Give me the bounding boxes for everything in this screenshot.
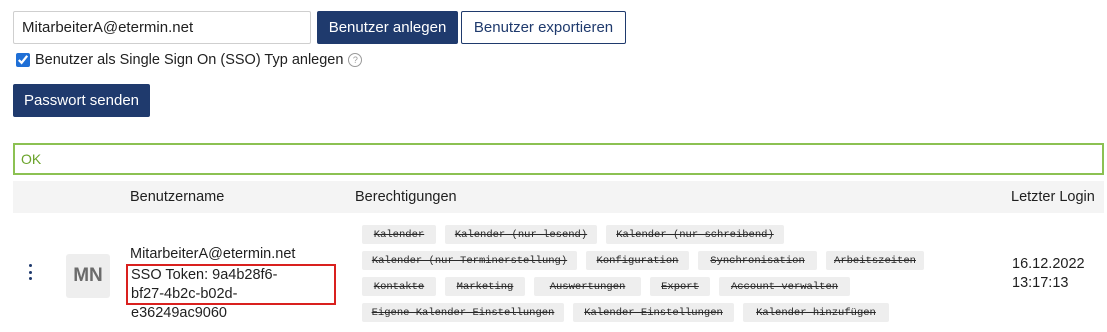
permission-tag[interactable]: Kalender (nur lesend) [445, 225, 597, 244]
email-input[interactable] [13, 11, 311, 44]
table-header: Benutzername Berechtigungen Letzter Logi… [13, 181, 1104, 213]
sso-checkbox[interactable] [16, 53, 30, 67]
permission-tag[interactable]: Kalender Einstellungen [573, 303, 734, 322]
status-message: OK [13, 143, 1104, 175]
username: MitarbeiterA@etermin.net [130, 246, 296, 262]
permission-tag[interactable]: Kontakte [362, 277, 436, 296]
help-icon[interactable]: ? [348, 53, 363, 67]
permission-tag[interactable]: Kalender (nur Terminerstellung) [362, 251, 577, 270]
permission-tag[interactable]: Export [650, 277, 710, 296]
permission-tag[interactable]: Synchronisation [698, 251, 817, 270]
more-options-icon[interactable] [27, 264, 33, 280]
export-users-button[interactable]: Benutzer exportieren [461, 11, 626, 44]
permission-tag[interactable]: Arbeitszeiten [826, 251, 924, 270]
header-last-login: Letzter Login [1011, 189, 1095, 205]
send-password-button[interactable]: Passwort senden [13, 84, 150, 117]
permission-tag[interactable]: Eigene Kalender Einstellungen [362, 303, 564, 322]
permission-tag[interactable]: Kalender (nur schreibend) [606, 225, 784, 244]
last-login-date: 16.12.2022 [1012, 256, 1085, 272]
create-user-button[interactable]: Benutzer anlegen [317, 11, 458, 44]
sso-token-line-2: bf27-4b2c-b02d-e36249ac9060 [131, 286, 238, 321]
permission-tag[interactable]: Kalender [362, 225, 436, 244]
avatar: MN [66, 254, 110, 298]
permission-tag[interactable]: Kalender hinzufügen [743, 303, 889, 322]
permission-tag[interactable]: Auswertungen [534, 277, 641, 296]
permission-tag[interactable]: Marketing [445, 277, 525, 296]
sso-label: Benutzer als Single Sign On (SSO) Typ an… [35, 52, 344, 68]
permission-tag[interactable]: Account verwalten [719, 277, 850, 296]
sso-token-line-1: SSO Token: 9a4b28f6- [131, 267, 278, 283]
last-login: 16.12.2022 13:17:13 [1012, 255, 1085, 293]
last-login-time: 13:17:13 [1012, 275, 1069, 291]
sso-option: Benutzer als Single Sign On (SSO) Typ an… [13, 50, 363, 70]
header-username: Benutzername [130, 189, 225, 205]
permission-tag[interactable]: Konfiguration [586, 251, 689, 270]
header-permissions: Berechtigungen [355, 189, 457, 205]
sso-token: SSO Token: 9a4b28f6- bf27-4b2c-b02d-e362… [126, 264, 336, 321]
